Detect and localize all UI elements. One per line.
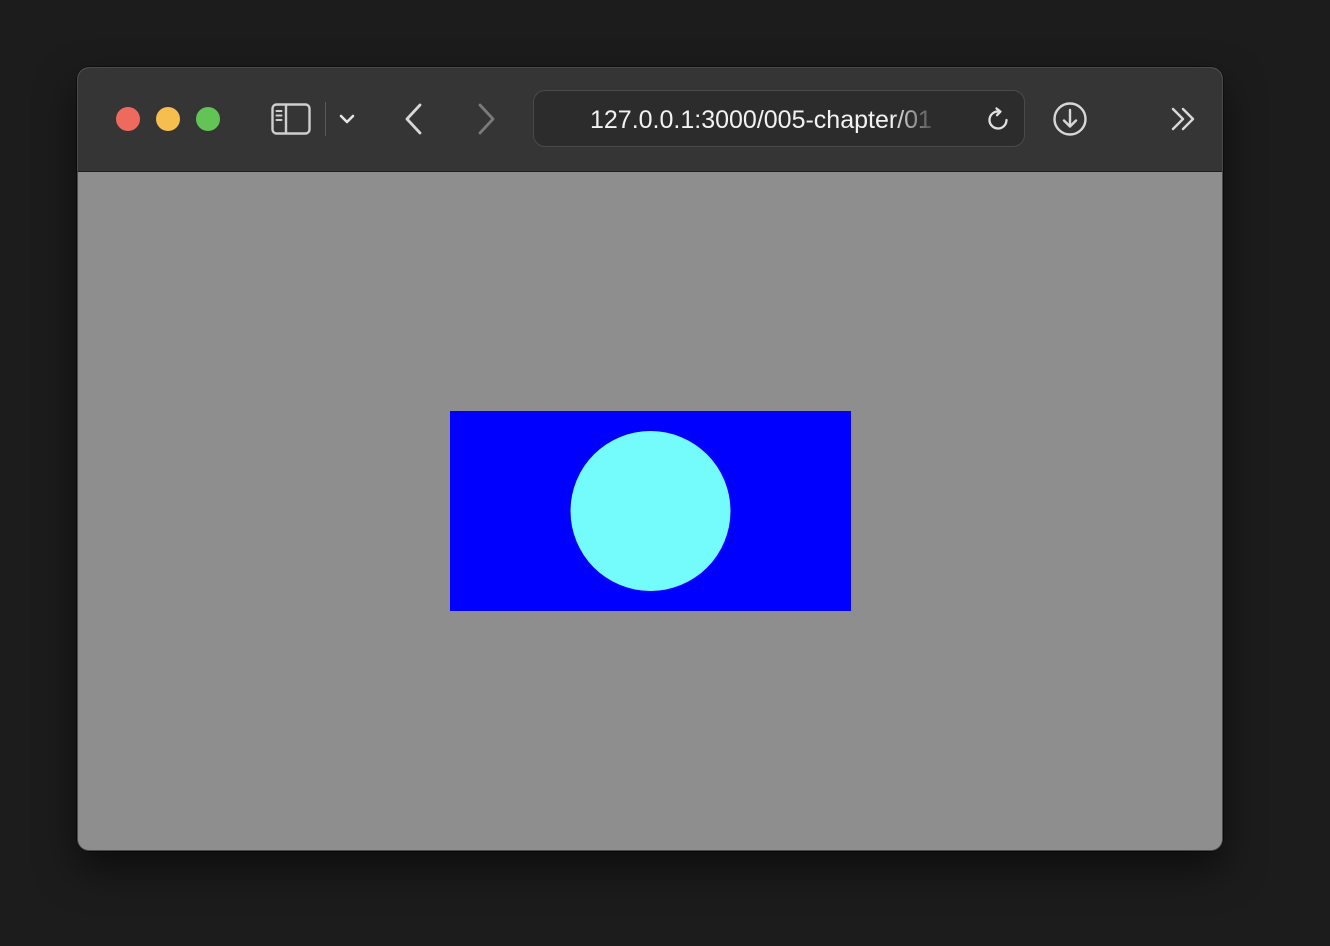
canvas-circle — [570, 431, 731, 591]
minimize-window-button[interactable] — [156, 107, 180, 131]
chevron-down-icon — [339, 114, 355, 124]
browser-toolbar: 127.0.0.1:3000/005-chapter/01 — [78, 68, 1222, 172]
url-text[interactable]: 127.0.0.1:3000/005-chapter/01 — [590, 106, 958, 134]
browser-window: 127.0.0.1:3000/005-chapter/01 — [77, 67, 1223, 851]
back-button[interactable] — [398, 100, 430, 138]
double-chevron-right-icon — [1171, 107, 1195, 131]
maximize-window-button[interactable] — [196, 107, 220, 131]
reload-button[interactable] — [983, 105, 1013, 135]
forward-button[interactable] — [470, 100, 502, 138]
close-window-button[interactable] — [116, 107, 140, 131]
page-content — [78, 172, 1222, 850]
chevron-right-icon — [478, 103, 495, 135]
toolbar-divider — [325, 102, 326, 136]
tab-group-menu-button[interactable] — [336, 106, 358, 132]
sidebar-toggle-button[interactable] — [270, 101, 312, 137]
downloads-button[interactable] — [1051, 100, 1089, 138]
reload-icon — [988, 107, 1008, 130]
drawing-canvas — [450, 411, 851, 611]
address-bar[interactable]: 127.0.0.1:3000/005-chapter/01 — [533, 90, 1025, 147]
download-circle-icon — [1053, 102, 1087, 136]
toolbar-overflow-button[interactable] — [1168, 103, 1200, 135]
sidebar-toggle-icon — [271, 103, 311, 135]
chevron-left-icon — [405, 103, 422, 135]
